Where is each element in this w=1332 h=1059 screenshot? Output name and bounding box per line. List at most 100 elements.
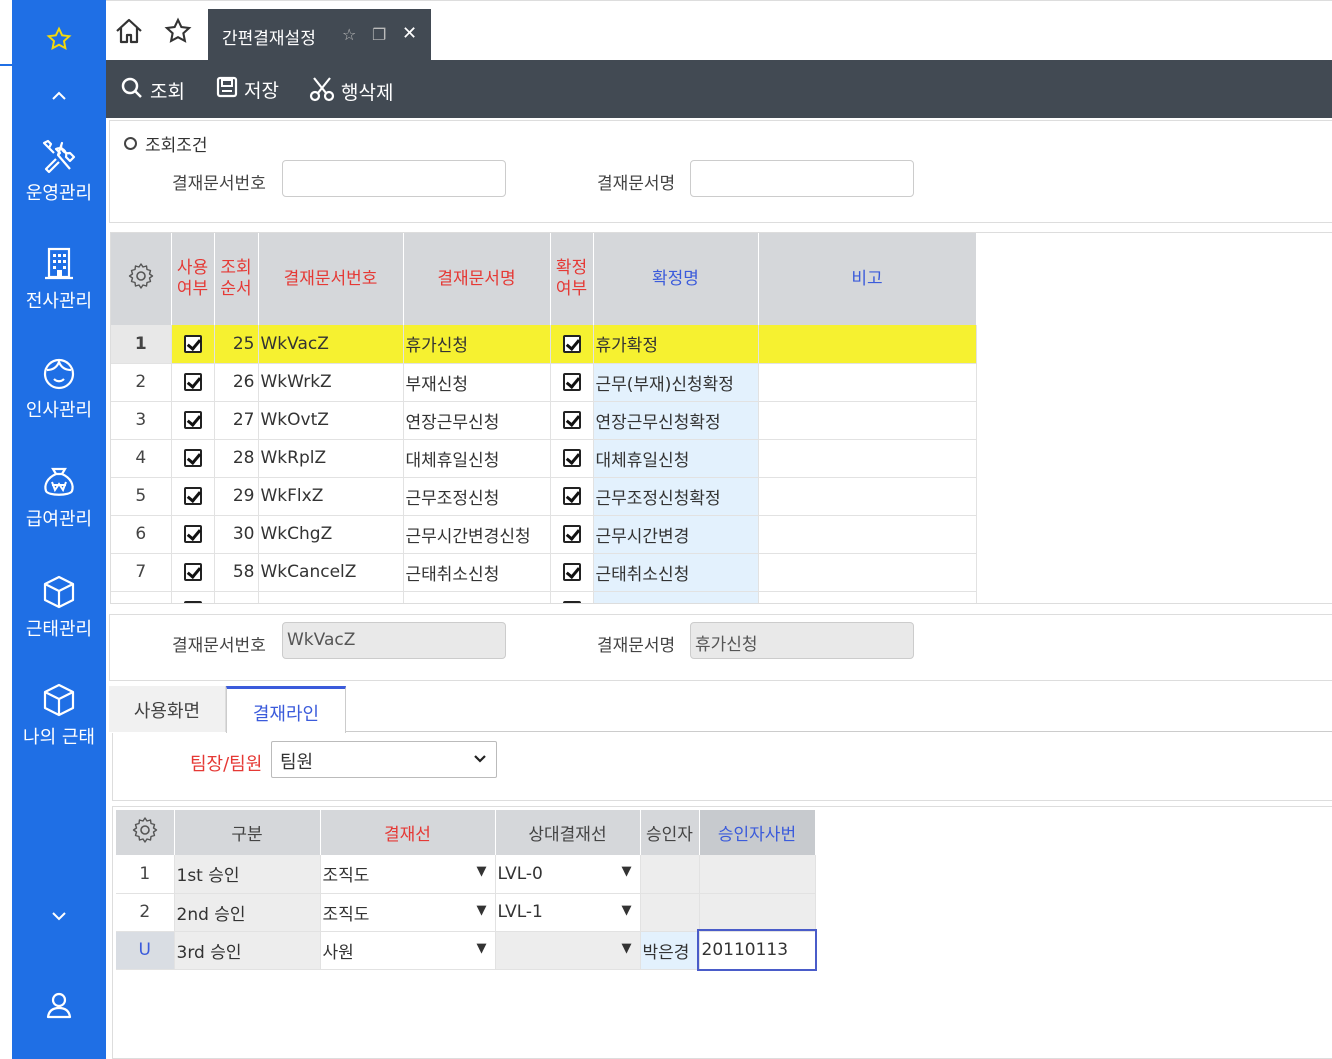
restore-window-icon[interactable]: ❐: [372, 25, 386, 44]
use-checkbox-cell[interactable]: [171, 477, 215, 516]
table-row[interactable]: 1 25 WkVacZ 휴가신청 휴가확정: [111, 325, 977, 364]
sidebar-item-my-attendance[interactable]: 나의 근태: [12, 681, 106, 749]
approver-id-cell[interactable]: [699, 855, 816, 894]
checkbox-checked-icon[interactable]: [183, 525, 202, 543]
checkbox-checked-icon[interactable]: [562, 449, 581, 467]
order-cell[interactable]: 25: [214, 325, 259, 364]
doc-no-cell[interactable]: WkOvtZ: [258, 401, 404, 440]
col-header-approver[interactable]: 승인자: [640, 810, 700, 855]
approver-cell[interactable]: 박은경: [640, 931, 700, 970]
order-cell[interactable]: 28: [214, 439, 259, 478]
confirm-name-cell[interactable]: 연장근무신청확정: [593, 401, 759, 440]
relative-line-dropdown-cell[interactable]: LVL-1 ▼: [495, 893, 641, 932]
order-cell[interactable]: 30: [214, 515, 259, 554]
col-header-remark[interactable]: 비고: [758, 233, 977, 325]
confirm-name-cell[interactable]: 대체휴일신청: [593, 439, 759, 478]
sidebar-item-attendance[interactable]: 근태관리: [12, 573, 106, 641]
table-row[interactable]: 3 27 WkOvtZ 연장근무신청 연장근무신청확정: [111, 401, 977, 440]
use-checkbox-cell[interactable]: [171, 401, 215, 440]
checkbox-checked-icon[interactable]: [562, 411, 581, 429]
confirm-checkbox-cell[interactable]: [550, 439, 594, 478]
relative-line-dropdown-cell[interactable]: ▼: [495, 931, 641, 970]
doc-no-cell[interactable]: WkChgZ: [258, 515, 404, 554]
doc-name-cell[interactable]: 근무조정신청: [403, 477, 551, 516]
line-dropdown-cell[interactable]: 사원 ▼: [320, 931, 496, 970]
col-header-doc-name[interactable]: 결재문서명: [403, 233, 551, 325]
order-cell[interactable]: 58: [214, 553, 259, 592]
grid-settings-gear-icon[interactable]: [111, 233, 172, 325]
approver-id-cell[interactable]: 20110113: [697, 929, 817, 971]
checkbox-checked-icon[interactable]: [562, 563, 581, 581]
line-dropdown-cell[interactable]: 조직도 ▼: [320, 855, 496, 894]
col-header-line[interactable]: 결재선: [320, 810, 496, 855]
favorite-star-icon[interactable]: [164, 17, 192, 49]
confirm-checkbox-cell[interactable]: [550, 325, 594, 364]
approver-id-cell[interactable]: [699, 893, 816, 932]
checkbox-checked-icon[interactable]: [183, 563, 202, 581]
table-row[interactable]: U 3rd 승인 사원 ▼ ▼ 박은경 20110113: [116, 929, 817, 971]
table-row[interactable]: 1 1st 승인 조직도 ▼ LVL-0 ▼: [116, 855, 816, 894]
approver-cell[interactable]: [640, 893, 700, 932]
favorites-star-icon[interactable]: [12, 26, 106, 52]
col-header-use-yn[interactable]: 사용 여부: [171, 233, 215, 325]
grid-settings-gear-icon[interactable]: [116, 810, 175, 855]
checkbox-checked-icon[interactable]: [562, 487, 581, 505]
table-row[interactable]: 2 2nd 승인 조직도 ▼ LVL-1 ▼: [116, 893, 816, 932]
user-icon[interactable]: [12, 990, 106, 1020]
doc-name-cell[interactable]: 부재신청: [403, 363, 551, 402]
table-row[interactable]: 6 30 WkChgZ 근무시간변경신청 근무시간변경: [111, 515, 977, 554]
relative-line-dropdown-cell[interactable]: LVL-0 ▼: [495, 855, 641, 894]
role-select[interactable]: 팀원: [271, 741, 497, 778]
doc-no-cell[interactable]: WkFlxZ: [258, 477, 404, 516]
confirm-name-cell[interactable]: 근무(부재)신청확정: [593, 363, 759, 402]
confirm-checkbox-cell[interactable]: [550, 515, 594, 554]
table-row[interactable]: 5 29 WkFlxZ 근무조정신청 근무조정신청확정: [111, 477, 977, 516]
remark-cell[interactable]: [758, 515, 977, 554]
checkbox-checked-icon[interactable]: [562, 334, 581, 353]
order-cell[interactable]: 26: [214, 363, 259, 402]
confirm-name-cell[interactable]: 휴가확정: [593, 325, 759, 364]
sidebar-item-payroll[interactable]: 급여관리: [12, 463, 106, 531]
search-button[interactable]: 조회: [120, 76, 185, 105]
sidebar-item-hr[interactable]: 인사관리: [12, 354, 106, 422]
save-button[interactable]: 저장: [216, 76, 279, 103]
col-header-doc-no[interactable]: 결재문서번호: [258, 233, 404, 325]
confirm-name-cell[interactable]: 근무시간변경: [593, 515, 759, 554]
checkbox-checked-icon[interactable]: [183, 487, 202, 505]
tab-simple-approval-settings[interactable]: 간편결재설정 ☆ ❐ ✕: [208, 9, 431, 61]
confirm-checkbox-cell[interactable]: [550, 553, 594, 592]
chevron-up-icon[interactable]: [12, 86, 106, 106]
dropdown-triangle-icon[interactable]: ▼: [477, 864, 487, 879]
col-header-order[interactable]: 조회 순서: [214, 233, 259, 325]
checkbox-checked-icon[interactable]: [183, 449, 202, 467]
doc-no-cell[interactable]: WkRplZ: [258, 439, 404, 478]
remark-cell[interactable]: [758, 325, 977, 364]
chevron-down-icon[interactable]: [12, 906, 106, 926]
home-icon[interactable]: [114, 17, 144, 49]
remark-cell[interactable]: [758, 553, 977, 592]
checkbox-checked-icon[interactable]: [183, 373, 202, 391]
col-header-approver-id[interactable]: 승인자사번: [699, 810, 816, 855]
table-row[interactable]: 4 28 WkRplZ 대체휴일신청 대체휴일신청: [111, 439, 977, 478]
remark-cell[interactable]: [758, 439, 977, 478]
remark-cell[interactable]: [758, 401, 977, 440]
confirm-checkbox-cell[interactable]: [550, 401, 594, 440]
star-icon[interactable]: ☆: [342, 25, 356, 44]
order-cell[interactable]: 27: [214, 401, 259, 440]
sidebar-item-operations[interactable]: 운영관리: [12, 137, 106, 205]
doc-name-cell[interactable]: 근태취소신청: [403, 553, 551, 592]
doc-name-cell[interactable]: 근무시간변경신청: [403, 515, 551, 554]
confirm-name-cell[interactable]: 근태취소신청: [593, 553, 759, 592]
doc-no-cell[interactable]: WkWrkZ: [258, 363, 404, 402]
dropdown-triangle-icon[interactable]: ▼: [477, 941, 487, 956]
dropdown-triangle-icon[interactable]: ▼: [477, 903, 487, 918]
doc-no-cell[interactable]: WkVacZ: [258, 325, 404, 364]
remark-cell[interactable]: [758, 477, 977, 516]
confirm-checkbox-cell[interactable]: [550, 363, 594, 402]
approver-cell[interactable]: [640, 855, 700, 894]
col-header-relative-line[interactable]: 상대결재선: [495, 810, 641, 855]
col-header-confirm-name[interactable]: 확정명: [593, 233, 759, 325]
delete-row-button[interactable]: 행삭제: [309, 76, 393, 107]
close-icon[interactable]: ✕: [402, 23, 417, 44]
remark-cell[interactable]: [758, 363, 977, 402]
